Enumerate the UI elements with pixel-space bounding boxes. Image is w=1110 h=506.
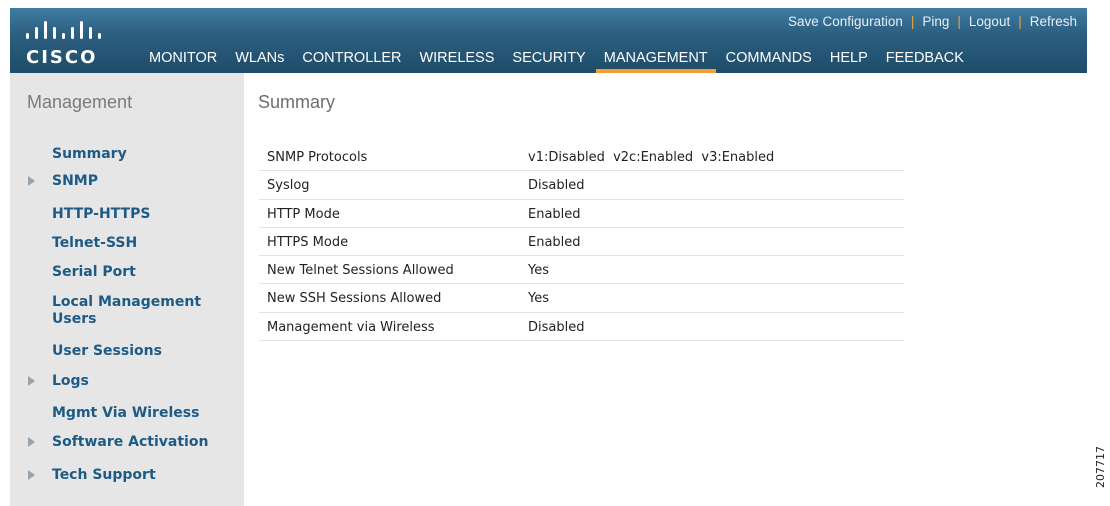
sidebar-item-software-activation[interactable]: Software Activation	[28, 434, 237, 451]
figure-id: 207717	[1094, 446, 1107, 488]
separator: |	[957, 14, 961, 29]
refresh-link[interactable]: Refresh	[1030, 14, 1077, 29]
sidebar-item-http-https[interactable]: HTTP-HTTPS	[52, 206, 237, 223]
table-row: New Telnet Sessions Allowed Yes	[259, 256, 904, 285]
row-value: v1:Disabled v2c:Enabled v3:Enabled	[528, 150, 775, 165]
sidebar-title: Management	[27, 92, 133, 112]
nav-commands[interactable]: COMMANDS	[718, 46, 820, 73]
sidebar-item-label: Summary	[52, 146, 127, 162]
row-value: Yes	[528, 291, 549, 307]
logout-link[interactable]: Logout	[969, 14, 1010, 29]
sidebar-item-label: User Sessions	[52, 343, 162, 359]
expand-arrow-icon[interactable]	[28, 176, 35, 186]
sidebar-item-local-management-users[interactable]: Local Management Users	[52, 294, 222, 328]
ping-link[interactable]: Ping	[922, 14, 949, 29]
separator: |	[1018, 14, 1022, 29]
expand-arrow-icon[interactable]	[28, 470, 35, 480]
header-bar: CISCO Save Configuration | Ping | Logout | Ref…	[10, 8, 1087, 73]
cisco-logo-text: CISCO	[26, 47, 98, 68]
sidebar: Management Summary SNMP HTTP-HTTPS Telne…	[10, 73, 244, 506]
row-key: HTTPS Mode	[267, 234, 349, 250]
sidebar-item-user-sessions[interactable]: User Sessions	[52, 343, 237, 360]
sidebar-item-summary[interactable]: Summary	[52, 146, 237, 163]
sidebar-item-logs[interactable]: Logs	[28, 373, 237, 390]
nav-feedback[interactable]: FEEDBACK	[878, 46, 972, 73]
table-row: Syslog Disabled	[259, 171, 904, 200]
main-nav: MONITOR WLANs CONTROLLER WIRELESS SECURITY MA…	[141, 46, 974, 73]
row-key: SNMP Protocols	[267, 150, 368, 165]
row-value: Enabled	[528, 206, 581, 222]
table-row: Management via Wireless Disabled	[259, 313, 904, 342]
row-value: Disabled	[528, 319, 585, 335]
sidebar-item-serial-port[interactable]: Serial Port	[52, 264, 237, 281]
sidebar-item-mgmt-via-wireless[interactable]: Mgmt Via Wireless	[52, 405, 237, 422]
row-value: Disabled	[528, 178, 585, 194]
top-links: Save Configuration | Ping | Logout | Refresh	[788, 14, 1077, 29]
row-value: Enabled	[528, 234, 581, 250]
sidebar-item-label: Serial Port	[52, 264, 136, 280]
summary-table: SNMP Protocols v1:Disabled v2c:Enabled v3…	[259, 143, 904, 342]
nav-security[interactable]: SECURITY	[504, 46, 593, 73]
table-row: HTTP Mode Enabled	[259, 200, 904, 228]
row-value: Yes	[528, 263, 549, 279]
sidebar-item-label: Telnet-SSH	[52, 235, 138, 251]
nav-help[interactable]: HELP	[822, 46, 876, 73]
sidebar-item-label: HTTP-HTTPS	[52, 206, 151, 222]
sidebar-item-tech-support[interactable]: Tech Support	[28, 467, 237, 484]
nav-wlans[interactable]: WLANs	[227, 46, 292, 73]
nav-management[interactable]: MANAGEMENT	[595, 46, 716, 73]
expand-arrow-icon[interactable]	[28, 437, 35, 447]
row-key: New Telnet Sessions Allowed	[267, 263, 454, 279]
table-row: New SSH Sessions Allowed Yes	[259, 284, 904, 313]
separator: |	[910, 14, 915, 29]
sidebar-item-telnet-ssh[interactable]: Telnet-SSH	[52, 235, 237, 252]
sidebar-item-label: SNMP	[52, 173, 98, 189]
table-row: HTTPS Mode Enabled	[259, 228, 904, 257]
sidebar-item-snmp[interactable]: SNMP	[28, 173, 237, 190]
sidebar-item-label: Tech Support	[52, 467, 156, 483]
row-key: New SSH Sessions Allowed	[267, 291, 442, 307]
nav-controller[interactable]: CONTROLLER	[294, 46, 409, 73]
sidebar-item-label: Local Management Users	[52, 294, 202, 327]
row-key: Management via Wireless	[267, 319, 435, 335]
table-row: SNMP Protocols v1:Disabled v2c:Enabled v3…	[259, 143, 904, 172]
expand-arrow-icon[interactable]	[28, 376, 35, 386]
sidebar-item-label: Software Activation	[52, 434, 209, 450]
nav-wireless[interactable]: WIRELESS	[411, 46, 502, 73]
page-title: Summary	[258, 92, 336, 112]
nav-monitor[interactable]: MONITOR	[141, 46, 225, 73]
save-configuration-link[interactable]: Save Configuration	[788, 14, 903, 29]
cisco-logo: CISCO	[23, 18, 133, 68]
row-key: HTTP Mode	[267, 206, 340, 222]
sidebar-item-label: Logs	[52, 373, 89, 389]
row-key: Syslog	[267, 178, 310, 194]
sidebar-item-label: Mgmt Via Wireless	[52, 405, 200, 421]
